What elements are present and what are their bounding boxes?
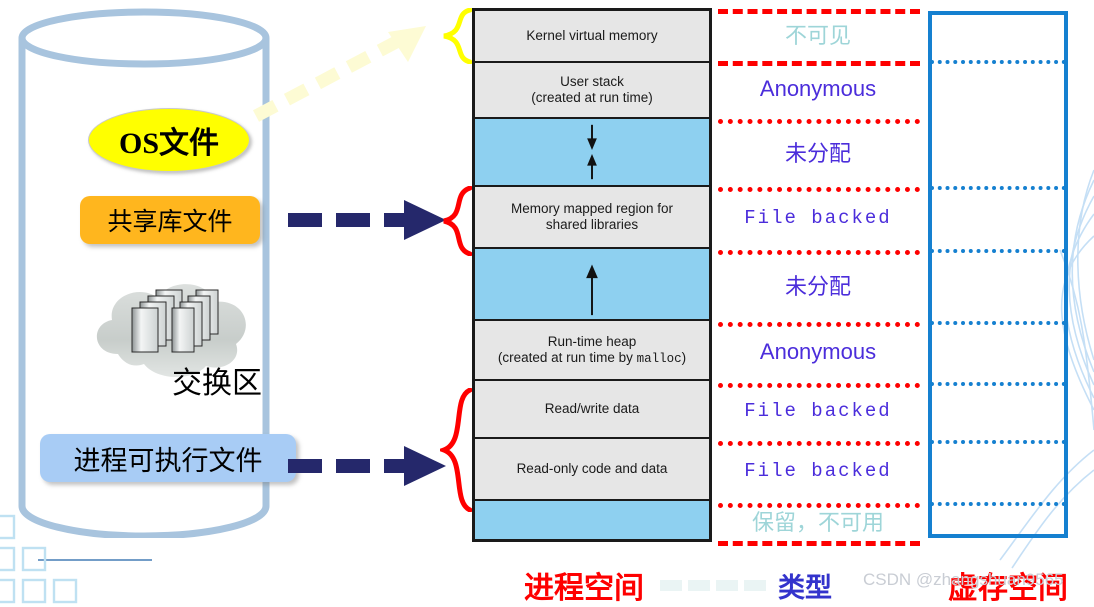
type-row-rwdata: File backed (712, 382, 924, 440)
shared-library-brace-red (443, 186, 473, 256)
shared-library-file-badge: 共享库文件 (80, 196, 260, 244)
diagram-canvas: OS文件 共享库文件 交换区 进程可执行文件 Kernel virtual me… (0, 0, 1094, 605)
segment-memory-mapped-region: Memory mapped region for shared librarie… (475, 187, 709, 249)
segment-label: Kernel virtual memory (526, 28, 658, 44)
divider-blue-6 (930, 440, 1066, 444)
csdn-watermark: CSDN @zhangshuan9565 (863, 570, 1064, 589)
legend-connector-dashes (660, 580, 766, 591)
segment-sublabel: shared libraries (545, 217, 639, 232)
segment-label: Memory mapped region for (510, 201, 674, 217)
segment-kernel-virtual-memory: Kernel virtual memory (475, 11, 709, 63)
segment-user-stack: User stack (created at run time) (475, 63, 709, 119)
type-label: File backed (744, 206, 892, 229)
segment-read-only-code-and-data: Read-only code and data (475, 439, 709, 501)
segment-label: User stack (560, 74, 624, 90)
type-label: 未分配 (784, 141, 851, 166)
divider-blue-4 (930, 321, 1066, 325)
type-row-stackgap: 未分配 (712, 118, 924, 186)
executable-file-badge: 进程可执行文件 (40, 434, 296, 482)
type-row-rodata: File backed (712, 440, 924, 502)
divider-red-bottom (718, 541, 920, 546)
divider-blue-2 (930, 186, 1066, 190)
yellow-dashed-arrow (252, 26, 426, 122)
process-address-space-map: Kernel virtual memory User stack (create… (472, 8, 712, 542)
segment-unallocated-stack-gap (475, 119, 709, 187)
type-row-kernel: 不可见 (712, 8, 924, 60)
virtual-space-box (928, 11, 1068, 538)
swap-area-label: 交换区 (172, 367, 262, 400)
divider-blue-7 (930, 502, 1066, 506)
segment-read-write-data: Read/write data (475, 381, 709, 439)
type-label: 不可见 (784, 23, 851, 48)
segment-reserved-unusable (475, 501, 709, 539)
type-row-heapgap: 未分配 (712, 249, 924, 321)
type-label: Anonymous (759, 338, 877, 364)
os-file-label: OS文件 (118, 127, 220, 160)
type-label: File backed (744, 400, 892, 422)
type-label: File backed (744, 460, 892, 482)
segment-run-time-heap: Run-time heap (created at run time by ma… (475, 321, 709, 381)
executable-brace-red (440, 388, 473, 512)
type-row-reserved: 保留，不可用 (712, 502, 924, 540)
divider-blue-1 (930, 60, 1066, 64)
type-row-stack: Anonymous (712, 60, 924, 118)
type-row-mmap: File backed (712, 186, 924, 249)
divider-blue-3 (930, 249, 1066, 253)
mapping-type-column: 不可见 Anonymous 未分配 File backed 未分配 Anonym… (712, 8, 924, 540)
shared-library-file-label: 共享库文件 (107, 208, 233, 236)
segment-sublabel: (created at run time) (531, 90, 653, 105)
executable-file-label: 进程可执行文件 (73, 445, 263, 476)
segment-unallocated-heap-gap (475, 249, 709, 321)
shared-library-arrow (288, 200, 446, 240)
legend-process-space: 进程空间 (524, 572, 644, 605)
segment-sublabel: (created at run time by malloc) (497, 349, 687, 366)
legend-type: 类型 (778, 573, 832, 603)
os-file-badge: OS文件 (88, 108, 250, 172)
segment-label: Read/write data (544, 401, 640, 417)
segment-label: Run-time heap (547, 333, 637, 349)
divider-blue-5 (930, 382, 1066, 386)
type-label: Anonymous (759, 76, 877, 101)
segment-label: Read-only code and data (516, 461, 668, 477)
executable-arrow (288, 446, 446, 486)
type-row-heap: Anonymous (712, 321, 924, 382)
malloc-keyword: malloc (636, 351, 682, 366)
type-label: 未分配 (784, 274, 851, 299)
kernel-brace-yellow (443, 8, 473, 64)
heap-growth-arrow-icon (586, 264, 598, 316)
stack-growth-arrows-icon (587, 124, 597, 180)
type-label: 保留，不可用 (751, 510, 884, 535)
